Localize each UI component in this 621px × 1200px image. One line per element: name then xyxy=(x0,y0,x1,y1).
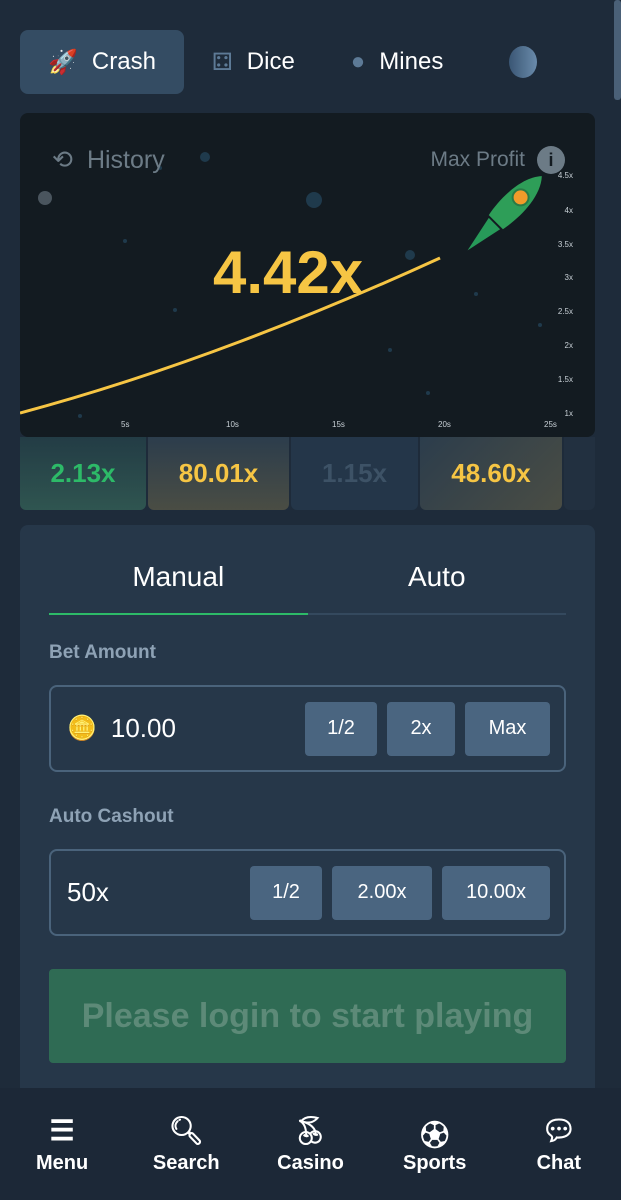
nav-sports[interactable]: ⚽︎ Sports xyxy=(385,1114,485,1175)
dice-icon: ⚃ xyxy=(211,48,233,76)
x-tick: 5s xyxy=(121,420,130,429)
tab-label: Dice xyxy=(246,48,295,75)
x-tick: 20s xyxy=(438,420,451,429)
half-cashout-button[interactable]: 1/2 xyxy=(250,865,322,920)
nav-chat[interactable]: 💬︎ Chat xyxy=(509,1114,609,1175)
history-icon: ⟲ xyxy=(52,146,73,174)
tab-manual[interactable]: Manual xyxy=(49,555,308,615)
auto-cashout-label: Auto Cashout xyxy=(49,806,174,827)
nav-casino[interactable]: 🍒︎ Casino xyxy=(260,1114,360,1175)
nav-label: Search xyxy=(152,1151,220,1174)
y-tick: 1x xyxy=(564,409,573,418)
history-item[interactable]: 2.13x xyxy=(20,437,146,510)
cashout-10x-button[interactable]: 10.00x xyxy=(442,865,550,920)
more-games-icon[interactable] xyxy=(509,46,538,78)
y-tick: 3.5x xyxy=(557,240,573,249)
auto-cashout-field[interactable]: 50x 1/2 2.00x 10.00x xyxy=(49,849,566,936)
max-profit-label: Max Profit xyxy=(430,148,525,171)
history-item[interactable]: 48.60x xyxy=(420,437,562,510)
bet-amount-field[interactable]: 🪙 10.00 1/2 2x Max xyxy=(49,685,566,772)
nav-menu[interactable]: ☰ Menu xyxy=(12,1114,112,1175)
nav-search[interactable]: 🔍︎ Search xyxy=(136,1114,236,1175)
menu-icon: ☰ xyxy=(49,1114,75,1146)
nav-label: Sports xyxy=(402,1151,467,1174)
tab-mines[interactable]: ● Mines xyxy=(323,30,472,94)
tab-dice[interactable]: ⚃ Dice xyxy=(184,30,323,94)
mode-tabs: Manual Auto xyxy=(49,555,566,615)
previous-results: 2.13x 80.01x 1.15x 48.60x xyxy=(20,437,595,510)
nav-label: Casino xyxy=(277,1151,344,1174)
info-icon: i xyxy=(537,146,565,174)
soccer-ball-icon: ⚽︎ xyxy=(420,1119,449,1151)
chat-icon: 💬︎ xyxy=(541,1114,577,1146)
half-bet-button[interactable]: 1/2 xyxy=(305,701,377,756)
current-multiplier: 4.42x xyxy=(213,239,364,306)
bomb-icon: ● xyxy=(350,48,366,75)
auto-cashout-input[interactable]: 50x xyxy=(67,877,240,908)
history-label: History xyxy=(86,145,165,174)
cherry-icon: 🍒︎ xyxy=(292,1114,329,1146)
history-item[interactable] xyxy=(564,437,595,510)
nav-label: Chat xyxy=(536,1151,582,1174)
game-tabs: 🚀 Crash ⚃ Dice ● Mines xyxy=(20,30,601,94)
history-item[interactable]: 80.01x xyxy=(148,437,289,510)
search-icon: 🔍︎ xyxy=(168,1114,205,1146)
tab-crash[interactable]: 🚀 Crash xyxy=(20,30,184,94)
bet-panel: Manual Auto Bet Amount 🪙 10.00 1/2 2x Ma… xyxy=(20,525,595,1105)
nav-label: Menu xyxy=(35,1151,89,1174)
x-tick: 25s xyxy=(544,420,557,429)
y-tick: 4x xyxy=(564,206,573,215)
history-item[interactable]: 1.15x xyxy=(291,437,418,510)
tab-auto[interactable]: Auto xyxy=(308,555,567,613)
rocket-icon: 🚀 xyxy=(48,48,78,76)
rocket-icon xyxy=(467,176,542,251)
double-bet-button[interactable]: 2x xyxy=(387,701,455,756)
bet-amount-label: Bet Amount xyxy=(49,642,156,663)
y-tick: 1.5x xyxy=(557,375,573,384)
tab-label: Crash xyxy=(91,48,156,75)
scrollbar[interactable] xyxy=(614,0,621,100)
tab-label: Mines xyxy=(379,48,444,75)
max-profit-button[interactable]: Max Profit i xyxy=(430,146,565,174)
x-tick: 10s xyxy=(226,420,239,429)
bet-amount-input[interactable]: 10.00 xyxy=(111,713,295,744)
y-tick: 4.5x xyxy=(557,171,573,180)
y-tick: 2x xyxy=(564,341,573,350)
cashout-2x-button[interactable]: 2.00x xyxy=(332,865,432,920)
history-button[interactable]: ⟲ History xyxy=(52,145,165,175)
bottom-nav: ☰ Menu 🔍︎ Search 🍒︎ Casino ⚽︎ Sports 💬︎ Chat xyxy=(0,1088,621,1200)
crash-graph: ⟲ History Max Profit i 4.42x 4.5x 4x 3.5x … xyxy=(20,113,595,437)
max-bet-button[interactable]: Max xyxy=(465,701,550,756)
login-to-play-button[interactable]: Please login to start playing xyxy=(49,969,566,1063)
x-tick: 15s xyxy=(332,420,345,429)
y-tick: 2.5x xyxy=(557,307,573,316)
y-tick: 3x xyxy=(564,273,573,282)
coins-icon: 🪙 xyxy=(67,715,97,742)
